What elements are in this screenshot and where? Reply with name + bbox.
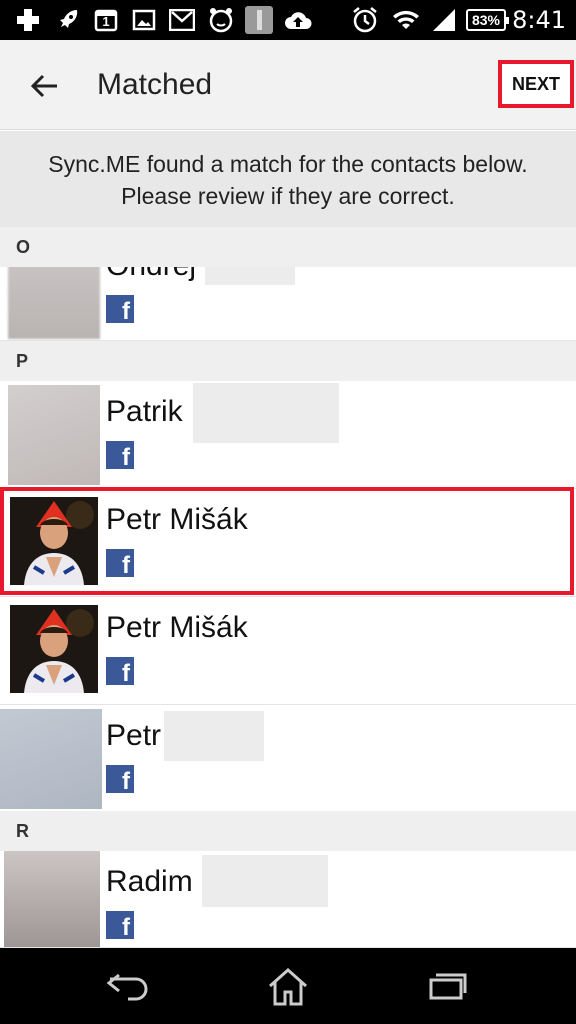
contact-row[interactable]: Ondřej f bbox=[0, 267, 576, 341]
recents-icon bbox=[429, 973, 467, 1000]
redacted-surname bbox=[164, 711, 264, 761]
page-title: Matched bbox=[97, 68, 213, 101]
avatar bbox=[4, 851, 100, 947]
facebook-icon: f bbox=[106, 441, 134, 470]
avatar bbox=[8, 267, 100, 339]
redacted-surname bbox=[193, 383, 339, 443]
avatar bbox=[8, 385, 100, 485]
clock: 8:41 bbox=[512, 6, 566, 34]
banner-line-2: Please review if they are correct. bbox=[121, 183, 455, 209]
avatar bbox=[10, 497, 98, 585]
calendar-icon: 1 bbox=[92, 7, 120, 33]
contact-row[interactable]: Petr f bbox=[0, 705, 576, 813]
back-nav-button[interactable] bbox=[98, 962, 158, 1010]
avatar bbox=[0, 709, 102, 809]
back-button[interactable] bbox=[20, 62, 68, 110]
calendar-day: 1 bbox=[102, 14, 110, 29]
next-button[interactable]: NEXT bbox=[498, 60, 574, 108]
contact-row[interactable]: Patrik f bbox=[0, 381, 576, 489]
contact-name: Ondřej bbox=[106, 267, 196, 283]
screen: 1 83% 8:41 Matched NEXT Sync.ME found a … bbox=[0, 0, 576, 1024]
person-photo bbox=[10, 605, 98, 693]
banner-line-1: Sync.ME found a match for the contacts b… bbox=[48, 151, 528, 177]
section-header-o: O bbox=[0, 227, 576, 267]
app-icon bbox=[244, 6, 274, 34]
contact-row-highlighted[interactable]: Petr Mišák f bbox=[0, 489, 576, 597]
back-nav-icon bbox=[106, 973, 148, 1001]
cloud-upload-icon bbox=[282, 7, 314, 33]
recents-button[interactable] bbox=[418, 962, 478, 1010]
contact-name: Petr Mišák bbox=[106, 503, 248, 536]
navigation-bar bbox=[0, 948, 576, 1024]
status-bar: 1 83% 8:41 bbox=[0, 0, 576, 40]
section-header-p: P bbox=[0, 341, 576, 381]
add-icon bbox=[14, 7, 42, 33]
wifi-icon bbox=[390, 7, 422, 33]
contact-name: Petr bbox=[106, 719, 162, 752]
alarm-icon bbox=[350, 7, 380, 33]
section-header-r: R bbox=[0, 811, 576, 851]
alarm-clock-app-icon bbox=[206, 7, 236, 33]
contact-row[interactable]: Radim f bbox=[0, 851, 576, 948]
app-toolbar: Matched NEXT bbox=[0, 40, 576, 130]
facebook-icon: f bbox=[106, 295, 134, 324]
contact-name: Petr Mišák bbox=[106, 611, 248, 644]
facebook-icon: f bbox=[106, 549, 134, 578]
facebook-icon: f bbox=[106, 657, 134, 686]
home-icon bbox=[269, 967, 307, 1006]
redacted-surname bbox=[205, 267, 295, 285]
battery-indicator: 83% bbox=[466, 9, 509, 31]
info-banner: Sync.ME found a match for the contacts b… bbox=[0, 131, 576, 227]
person-photo bbox=[10, 497, 98, 585]
redacted-surname bbox=[202, 855, 328, 907]
avatar bbox=[10, 605, 98, 693]
contact-name: Patrik bbox=[106, 395, 183, 428]
contact-name: Radim bbox=[106, 865, 193, 898]
facebook-icon: f bbox=[106, 765, 134, 794]
signal-icon bbox=[428, 7, 458, 33]
arrow-left-icon bbox=[30, 74, 57, 98]
contact-row[interactable]: Petr Mišák f bbox=[0, 597, 576, 705]
image-icon bbox=[130, 7, 158, 33]
rocket-icon bbox=[54, 7, 82, 33]
gmail-icon bbox=[168, 7, 196, 33]
home-button[interactable] bbox=[258, 962, 318, 1010]
facebook-icon: f bbox=[106, 911, 134, 940]
